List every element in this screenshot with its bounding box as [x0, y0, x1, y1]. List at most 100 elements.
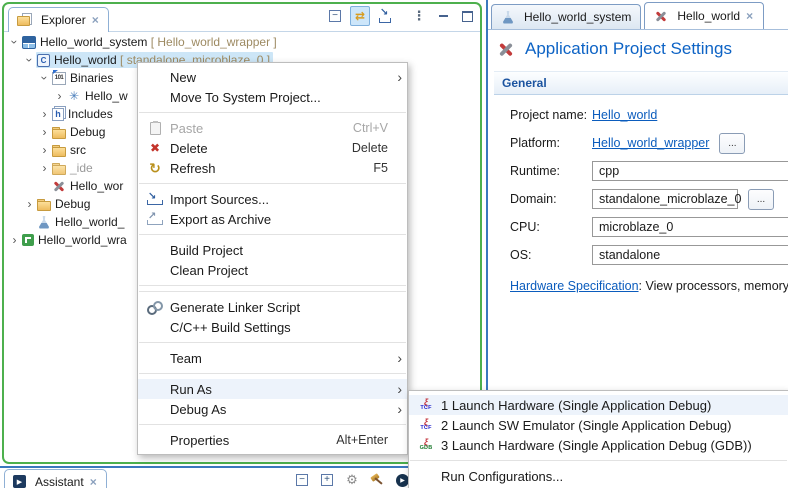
tab-hello-world-system[interactable]: Hello_world_system	[491, 4, 641, 29]
menu-item-properties[interactable]: PropertiesAlt+Enter	[138, 430, 407, 450]
expander-icon[interactable]: ›	[9, 36, 21, 49]
menu-item-export-as-archive[interactable]: Export as Archive	[138, 209, 407, 229]
menu-item-label: Delete	[170, 141, 208, 156]
tab-explorer[interactable]: Explorer ×	[8, 7, 109, 32]
maximize-icon[interactable]	[458, 7, 476, 25]
minimize-icon[interactable]	[434, 7, 452, 25]
menu-item-1-launch-hardware-single-application-debug[interactable]: ξTCF 1 Launch Hardware (Single Applicatio…	[409, 395, 788, 415]
menu-item-paste[interactable]: Paste Ctrl+V	[138, 118, 407, 138]
build-icon[interactable]	[368, 471, 386, 488]
menu-icon-spacer	[415, 468, 437, 484]
runtime-input[interactable]: cpp	[592, 161, 788, 181]
menu-item-3-launch-hardware-single-application-debug-gdb[interactable]: ξGDB3 Launch Hardware (Single Applicatio…	[409, 435, 788, 455]
page-title: Application Project Settings	[497, 39, 788, 59]
app-settings-icon	[494, 37, 517, 60]
flask-icon	[37, 215, 51, 229]
tree-item-label: Hello_world_	[55, 215, 124, 229]
folder-icon	[52, 144, 66, 157]
menu-item-clean-project[interactable]: Clean Project	[138, 260, 407, 280]
system-icon	[22, 36, 36, 49]
os-row: OS: standalone	[510, 241, 788, 269]
menu-icon-spacer	[144, 89, 166, 105]
menu-icon-spacer	[144, 381, 166, 397]
tcf-icon: ξTCF	[415, 417, 437, 433]
view-menu-icon[interactable]	[410, 7, 428, 25]
menu-item-run-configurations[interactable]: Run Configurations...	[409, 466, 788, 486]
menu-icon-spacer	[144, 262, 166, 278]
menu-item-build-project[interactable]: Build Project	[138, 240, 407, 260]
platform-browse-button[interactable]: ...	[719, 133, 745, 154]
explorer-toolbar	[326, 6, 476, 26]
expander-icon[interactable]: ›	[38, 108, 51, 120]
link-with-editor-icon[interactable]	[350, 6, 370, 26]
assistant-tab-label: Assistant	[35, 475, 84, 488]
menu-item-2-launch-sw-emulator-single-application-debug[interactable]: ξTCF2 Launch SW Emulator (Single Applica…	[409, 415, 788, 435]
expander-icon[interactable]: ›	[38, 144, 51, 156]
hardware-specification-link[interactable]: Hardware Specification	[510, 279, 639, 293]
expander-icon[interactable]: ›	[38, 126, 51, 138]
close-icon[interactable]: ×	[745, 10, 754, 22]
app-icon	[37, 54, 50, 67]
expander-icon[interactable]: ›	[23, 198, 36, 210]
os-input[interactable]: standalone	[592, 245, 788, 265]
cpu-input[interactable]: microblaze_0	[592, 217, 788, 237]
menu-item-delete[interactable]: Delete Delete	[138, 138, 407, 158]
import-icon[interactable]	[376, 7, 394, 25]
domain-browse-button[interactable]: ...	[748, 189, 774, 210]
binaries-icon	[52, 72, 66, 85]
menu-item-team[interactable]: Team›	[138, 348, 407, 368]
tree-item-label: _ide	[70, 161, 93, 175]
menu-item-label: Build Project	[170, 243, 243, 258]
menu-item-generate-linker-script[interactable]: Generate Linker Script	[138, 297, 407, 317]
menu-icon-spacer	[144, 350, 166, 366]
menu-item-label: Paste	[170, 121, 203, 136]
submenu-arrow-icon: ›	[390, 70, 402, 84]
expander-icon[interactable]: ›	[38, 162, 51, 174]
paste-icon	[144, 120, 166, 136]
menu-item-run-as[interactable]: Run As›	[138, 379, 407, 399]
tree-item-label: Hello_world_system	[40, 35, 147, 49]
close-icon[interactable]: ×	[89, 476, 98, 488]
menu-item-debug-as[interactable]: Debug As›	[138, 399, 407, 419]
project-name-link[interactable]: Hello_world	[592, 108, 657, 122]
menu-shortcut: Ctrl+V	[353, 121, 390, 135]
menu-separator	[139, 373, 406, 374]
tree-item-label: Hello_world_wra	[38, 233, 127, 247]
menu-separator	[139, 183, 406, 184]
collapse-all-icon[interactable]	[293, 471, 311, 488]
section-header: General	[494, 71, 788, 95]
expander-icon[interactable]: ›	[39, 72, 51, 85]
tcf-icon: ξTCF	[415, 397, 437, 413]
menu-shortcut: Delete	[352, 141, 390, 155]
menu-item-label: 1 Launch Hardware (Single Application De…	[441, 398, 711, 413]
flask-icon	[501, 10, 515, 24]
tab-hello-world[interactable]: Hello_world×	[644, 2, 764, 29]
cpu-row: CPU: microblaze_0	[510, 213, 788, 241]
collapse-all-icon[interactable]	[326, 7, 344, 25]
menu-item-refresh[interactable]: RefreshF5	[138, 158, 407, 178]
runtime-row: Runtime: cpp	[510, 157, 788, 185]
menu-item-move-to-system-project[interactable]: Move To System Project...	[138, 87, 407, 107]
expander-icon[interactable]: ›	[53, 90, 66, 102]
menu-item-new[interactable]: New›	[138, 67, 407, 87]
export-icon	[144, 211, 166, 227]
menu-item-c-c-build-settings[interactable]: C/C++ Build Settings	[138, 317, 407, 337]
settings-icon[interactable]	[343, 471, 361, 488]
menu-item-label: Properties	[170, 433, 229, 448]
executable-icon	[67, 89, 81, 103]
expand-all-icon[interactable]	[318, 471, 336, 488]
domain-input[interactable]: standalone_microblaze_0	[592, 189, 738, 209]
platform-link[interactable]: Hello_world_wrapper	[592, 136, 709, 150]
expander-icon[interactable]: ›	[24, 54, 36, 67]
menu-separator	[139, 342, 406, 343]
run-as-submenu: ξTCF 1 Launch Hardware (Single Applicatio…	[408, 390, 788, 488]
expander-icon[interactable]: ›	[8, 234, 21, 246]
close-icon[interactable]: ×	[91, 14, 100, 26]
tab-assistant[interactable]: Assistant ×	[4, 469, 107, 488]
explorer-tab-label: Explorer	[41, 13, 86, 27]
tree-item-label: Hello_w	[85, 89, 128, 103]
tree-item-hello-world-system[interactable]: ›Hello_world_system [ Hello_world_wrappe…	[4, 33, 480, 51]
menu-item-import-sources[interactable]: Import Sources...	[138, 189, 407, 209]
menu-item-label: Run Configurations...	[441, 469, 563, 484]
submenu-arrow-icon: ›	[390, 351, 402, 365]
